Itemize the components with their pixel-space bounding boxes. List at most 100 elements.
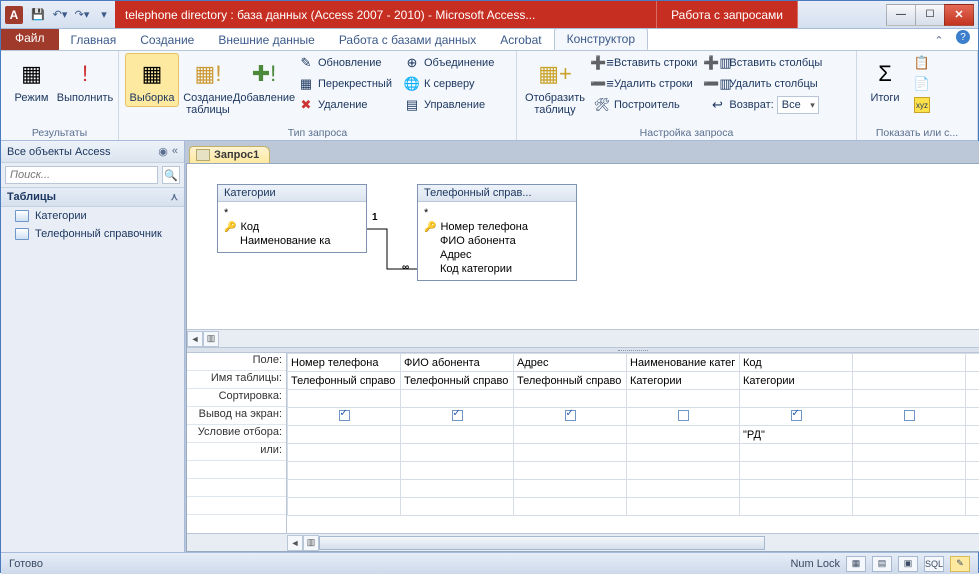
show-checkbox[interactable] xyxy=(565,410,576,421)
grid-cell[interactable]: ФИО абонента xyxy=(401,354,514,372)
delete-cols-button[interactable]: ➖▥Удалить столбцы xyxy=(704,74,827,94)
grid-cell[interactable] xyxy=(853,444,966,462)
nav-item-categories[interactable]: Категории xyxy=(1,207,184,225)
diagram-hscroll[interactable]: ◄ ▥ ► xyxy=(187,329,979,347)
minimize-button[interactable]: — xyxy=(886,4,916,26)
grid-cell[interactable] xyxy=(740,408,853,426)
builder-button[interactable]: 🛠Построитель xyxy=(589,95,702,115)
grid-cell[interactable] xyxy=(401,462,514,480)
grid-cell[interactable] xyxy=(401,498,514,516)
grid-cell[interactable] xyxy=(966,390,979,408)
grid-cell[interactable] xyxy=(966,354,979,372)
field-row[interactable]: * xyxy=(224,206,360,220)
show-table-button[interactable]: ▦+ Отобразить таблицу xyxy=(523,53,587,119)
table-box-categories[interactable]: Категории * 🔑Код Наименование ка xyxy=(217,184,367,253)
grid-cell[interactable]: Категории xyxy=(740,372,853,390)
show-checkbox[interactable] xyxy=(678,410,689,421)
grid-cell[interactable]: Адрес xyxy=(514,354,627,372)
parameters-button[interactable]: 📋 xyxy=(909,53,939,73)
qat-redo-icon[interactable]: ↷▾ xyxy=(72,5,92,25)
field-row[interactable]: Код категории xyxy=(424,262,570,276)
grid-cell[interactable] xyxy=(288,390,401,408)
relationship-diagram[interactable]: Категории * 🔑Код Наименование ка Телефон… xyxy=(187,164,979,329)
insert-cols-button[interactable]: ➕▥Вставить столбцы xyxy=(704,53,827,73)
grid-cell[interactable] xyxy=(966,444,979,462)
grid-cell[interactable] xyxy=(627,390,740,408)
scroll-handle-icon[interactable]: ▥ xyxy=(203,331,219,347)
view-sql-button[interactable]: SQL xyxy=(924,556,944,572)
grid-cell[interactable] xyxy=(514,444,627,462)
grid-cell[interactable] xyxy=(514,498,627,516)
grid-cell[interactable] xyxy=(288,498,401,516)
grid-cell[interactable] xyxy=(853,426,966,444)
update-query-button[interactable]: ✎Обновление xyxy=(293,53,397,73)
grid-cell[interactable] xyxy=(401,426,514,444)
grid-cell[interactable]: Номер телефона xyxy=(288,354,401,372)
grid-cell[interactable] xyxy=(514,462,627,480)
grid-cell[interactable] xyxy=(853,498,966,516)
propsheet-button[interactable]: 📄 xyxy=(909,74,939,94)
return-dropdown[interactable]: Все xyxy=(777,96,819,114)
view-button[interactable]: ▦ Режим xyxy=(7,53,56,107)
tab-create[interactable]: Создание xyxy=(128,30,206,50)
grid-cell[interactable] xyxy=(288,408,401,426)
qat-customize-icon[interactable]: ▾ xyxy=(94,5,114,25)
make-table-button[interactable]: ▦! Создание таблицы xyxy=(181,53,235,119)
grid-cell[interactable] xyxy=(966,480,979,498)
grid-cell[interactable] xyxy=(288,444,401,462)
grid-cell[interactable] xyxy=(627,498,740,516)
field-row-key[interactable]: 🔑Код xyxy=(224,220,360,234)
tab-dbtools[interactable]: Работа с базами данных xyxy=(327,30,488,50)
scroll-left-icon[interactable]: ◄ xyxy=(287,535,303,551)
field-row[interactable]: ФИО абонента xyxy=(424,234,570,248)
select-query-button[interactable]: ▦ Выборка xyxy=(125,53,179,107)
crosstab-button[interactable]: ▦Перекрестный xyxy=(293,74,397,94)
view-datasheet-icon[interactable]: ▦ xyxy=(846,556,866,572)
qat-save-icon[interactable]: 💾 xyxy=(28,5,48,25)
grid-cell[interactable] xyxy=(627,462,740,480)
grid-cell[interactable] xyxy=(853,480,966,498)
append-button[interactable]: ✚! Добавление xyxy=(237,53,291,107)
grid-cell[interactable] xyxy=(966,372,979,390)
view-design-icon[interactable]: ✎ xyxy=(950,556,970,572)
grid-cell[interactable] xyxy=(288,462,401,480)
grid-cell[interactable] xyxy=(966,462,979,480)
grid-cell[interactable] xyxy=(514,390,627,408)
qat-undo-icon[interactable]: ↶▾ xyxy=(50,5,70,25)
nav-item-directory[interactable]: Телефонный справочник xyxy=(1,225,184,243)
nav-filter-icon[interactable]: ◉ xyxy=(158,145,168,158)
grid-cell[interactable] xyxy=(966,408,979,426)
delete-rows-button[interactable]: ➖≡Удалить строки xyxy=(589,74,702,94)
collapse-group-icon[interactable]: ⋏ xyxy=(171,192,178,203)
grid-hscroll[interactable]: ◄ ▥ ► xyxy=(187,533,979,551)
table-box-directory[interactable]: Телефонный справ... * 🔑Номер телефона ФИ… xyxy=(417,184,577,281)
show-checkbox[interactable] xyxy=(339,410,350,421)
scroll-left-icon[interactable]: ◄ xyxy=(187,331,203,347)
union-button[interactable]: ⊕Объединение xyxy=(399,53,499,73)
scroll-handle-icon[interactable]: ▥ xyxy=(303,535,319,551)
show-checkbox[interactable] xyxy=(452,410,463,421)
grid-cell[interactable] xyxy=(514,408,627,426)
grid-cell[interactable]: "РД" xyxy=(740,426,853,444)
tab-home[interactable]: Главная xyxy=(59,30,129,50)
search-input[interactable] xyxy=(5,166,158,184)
grid-cell[interactable] xyxy=(627,426,740,444)
search-icon[interactable]: 🔍 xyxy=(162,166,180,184)
file-tab[interactable]: Файл xyxy=(1,28,59,50)
grid-cell[interactable] xyxy=(853,354,966,372)
grid-cell[interactable] xyxy=(740,462,853,480)
passthrough-button[interactable]: 🌐К серверу xyxy=(399,74,499,94)
grid-cell[interactable] xyxy=(740,480,853,498)
grid-cell[interactable]: Телефонный справо xyxy=(288,372,401,390)
grid-cell[interactable] xyxy=(740,444,853,462)
show-checkbox[interactable] xyxy=(904,410,915,421)
scroll-thumb[interactable] xyxy=(319,536,765,550)
grid-cell[interactable] xyxy=(740,390,853,408)
grid-cell[interactable]: Телефонный справо xyxy=(514,372,627,390)
grid-cell[interactable] xyxy=(514,480,627,498)
help-icon[interactable]: ? xyxy=(956,30,970,44)
view-pivottable-icon[interactable]: ▤ xyxy=(872,556,892,572)
grid-cell[interactable] xyxy=(401,408,514,426)
grid-cell[interactable] xyxy=(627,444,740,462)
grid-cell[interactable] xyxy=(853,462,966,480)
